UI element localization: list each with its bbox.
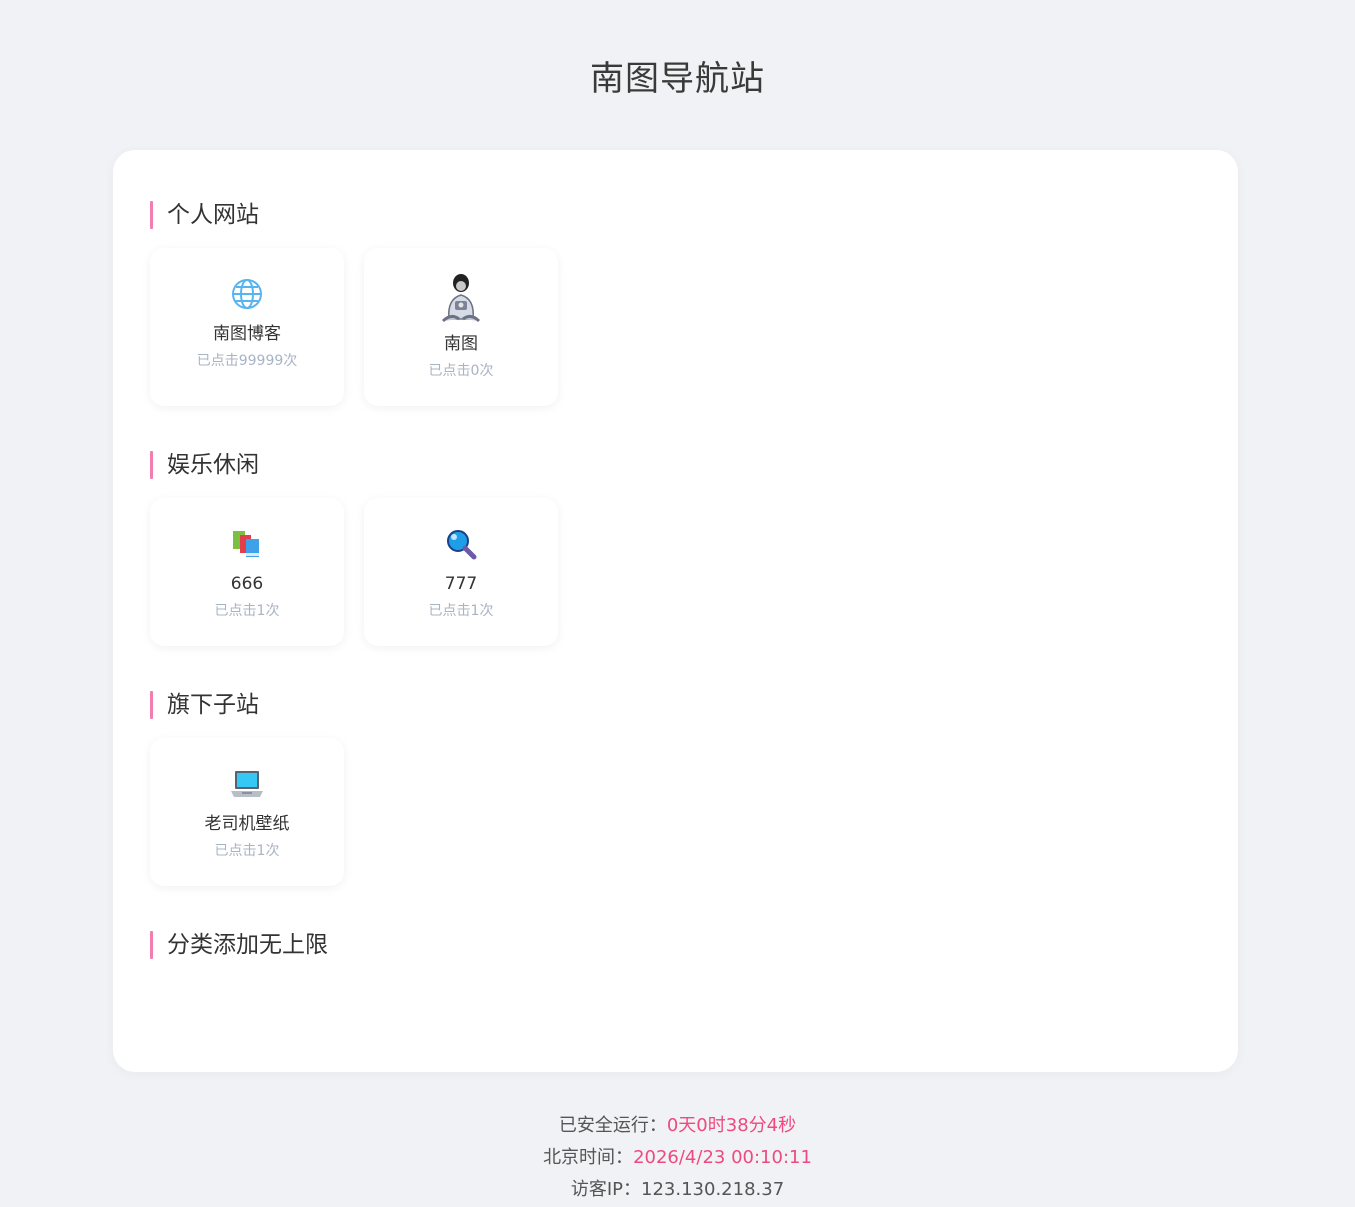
click-count: 已点击1次 bbox=[214, 603, 280, 619]
section-title: 娱乐休闲 bbox=[150, 450, 259, 480]
page-title: 南图导航站 bbox=[590, 59, 765, 99]
section-title: 旗下子站 bbox=[150, 690, 259, 720]
footer: 已安全运行：0天0时38分4秒 北京时间：2026/4/23 00:10:11 … bbox=[0, 1110, 1355, 1206]
site-card-666[interactable]: 666 已点击1次 bbox=[150, 498, 344, 646]
site-card-777[interactable]: 777 已点击1次 bbox=[364, 498, 558, 646]
click-count: 已点击1次 bbox=[214, 843, 280, 859]
site-name: 南图 bbox=[444, 334, 478, 354]
astronaut-avatar-icon bbox=[364, 273, 558, 323]
runtime-line: 已安全运行：0天0时38分4秒 bbox=[0, 1110, 1355, 1142]
site-card-laosiji-wallpaper[interactable]: 老司机壁纸 已点击1次 bbox=[150, 738, 344, 886]
visitor-ip-line: 访客IP：123.130.218.37 bbox=[0, 1174, 1355, 1206]
section-sub-sites: 旗下子站 老司机壁纸 已点击1次 bbox=[150, 690, 344, 886]
nav-panel: 个人网站 南图博客 已点击99999次 南图 已点击0次 娱乐休闲 666 已点… bbox=[113, 150, 1238, 1072]
books-icon bbox=[150, 528, 344, 560]
section-personal-sites: 个人网站 南图博客 已点击99999次 南图 已点击0次 bbox=[150, 200, 558, 406]
beijing-time-line: 北京时间：2026/4/23 00:10:11 bbox=[0, 1142, 1355, 1174]
runtime-label: 已安全运行： bbox=[558, 1115, 667, 1136]
globe-icon bbox=[150, 276, 344, 312]
magnifier-icon bbox=[364, 528, 558, 560]
site-card-nantu[interactable]: 南图 已点击0次 bbox=[364, 248, 558, 406]
section-unlimited-categories: 分类添加无上限 bbox=[150, 930, 328, 960]
click-count: 已点击1次 bbox=[428, 603, 494, 619]
section-title: 分类添加无上限 bbox=[150, 930, 328, 960]
site-name: 777 bbox=[444, 574, 478, 594]
site-name: 666 bbox=[230, 574, 264, 594]
laptop-icon bbox=[150, 768, 344, 800]
site-name: 南图博客 bbox=[213, 324, 281, 344]
time-value: 2026/4/23 00:10:11 bbox=[633, 1147, 812, 1168]
section-title: 个人网站 bbox=[150, 200, 259, 230]
ip-label: 访客IP： bbox=[570, 1179, 642, 1200]
site-name: 老司机壁纸 bbox=[204, 814, 290, 834]
click-count: 已点击99999次 bbox=[196, 353, 298, 369]
ip-value: 123.130.218.37 bbox=[641, 1179, 785, 1200]
site-card-nantu-blog[interactable]: 南图博客 已点击99999次 bbox=[150, 248, 344, 406]
section-entertainment: 娱乐休闲 666 已点击1次 777 已点击1次 bbox=[150, 450, 558, 646]
runtime-value: 0天0时38分4秒 bbox=[666, 1115, 797, 1136]
click-count: 已点击0次 bbox=[428, 363, 494, 379]
time-label: 北京时间： bbox=[543, 1147, 634, 1168]
